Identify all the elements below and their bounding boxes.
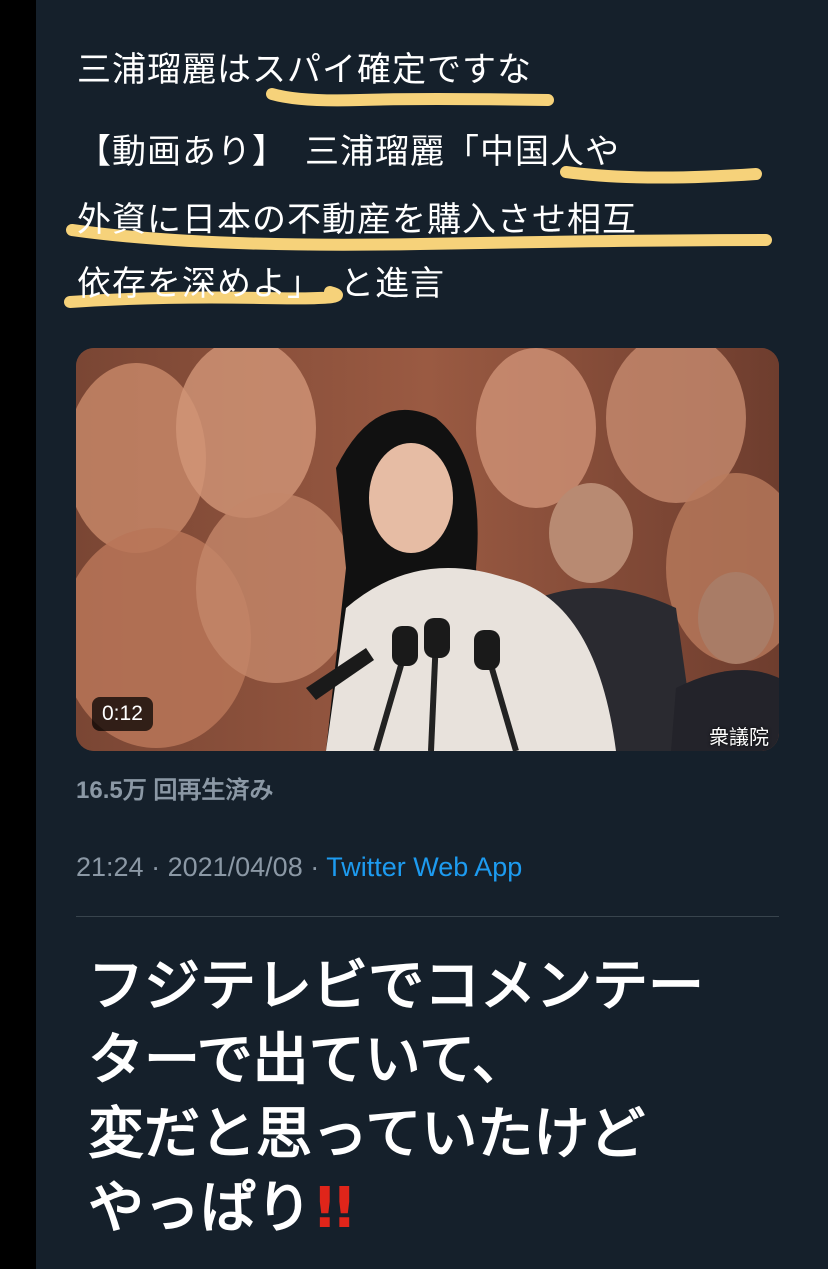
tweet-text-line-4-quote: 依存を深めよ [77,264,287,304]
chair-back [476,348,596,508]
video-duration-badge: 0:12 [92,697,153,731]
person-head [698,572,774,664]
tweet-text-line-3: 外資に日本の不動産を購入させ相互 [77,200,637,240]
view-count: 16.5万 回再生済み [76,777,274,804]
microphone-head [392,626,418,666]
person-face [369,443,453,553]
tweet-metadata: 21:24 · 2021/04/08 · Twitter Web App [76,852,522,883]
microphone-head [474,630,500,670]
divider [76,916,779,917]
tweet-text-line-2-quote: 中国人や [480,132,620,172]
comment-line-1: フジテレビでコメンテー [88,954,704,1019]
tweet-text-line-2-prefix: 【動画あり】 三浦瑠麗「 [77,132,480,172]
comment-line-3: 変だと思っていたけど [88,1102,646,1167]
separator: · [302,852,327,882]
video-thumbnail [76,348,779,751]
tweet-text-line-2: 【動画あり】 三浦瑠麗「中国人や [77,118,777,186]
comment-line-4: やっぱり!! [88,1172,768,1246]
video-player[interactable]: 0:12 衆議院 [76,348,779,751]
chair-back [196,493,356,683]
comment-line-2: ターで出ていて、 [88,1028,529,1093]
microphone-head [424,618,450,658]
tweet-text-line-4: 依存を深めよ」 と進言 [77,250,777,318]
separator: · [143,852,168,882]
video-channel-overlay: 衆議院 [709,725,769,749]
person-head [549,483,633,583]
tweet-text-line-1: 三浦瑠麗はスパイ確定ですな [77,50,532,90]
tweet-time: 21:24 [76,852,144,882]
tweet-date: 2021/04/08 [167,852,303,882]
double-exclamation-icon: !! [312,1176,357,1241]
tweet-text-line-4-suffix: 」 と進言 [287,264,445,304]
comment-line-4-text: やっぱり [88,1176,312,1241]
overlay-comment: フジテレビでコメンテー ターで出ていて、 変だと思っていたけど やっぱり!! [88,950,768,1246]
tweet-source-link[interactable]: Twitter Web App [326,852,522,882]
